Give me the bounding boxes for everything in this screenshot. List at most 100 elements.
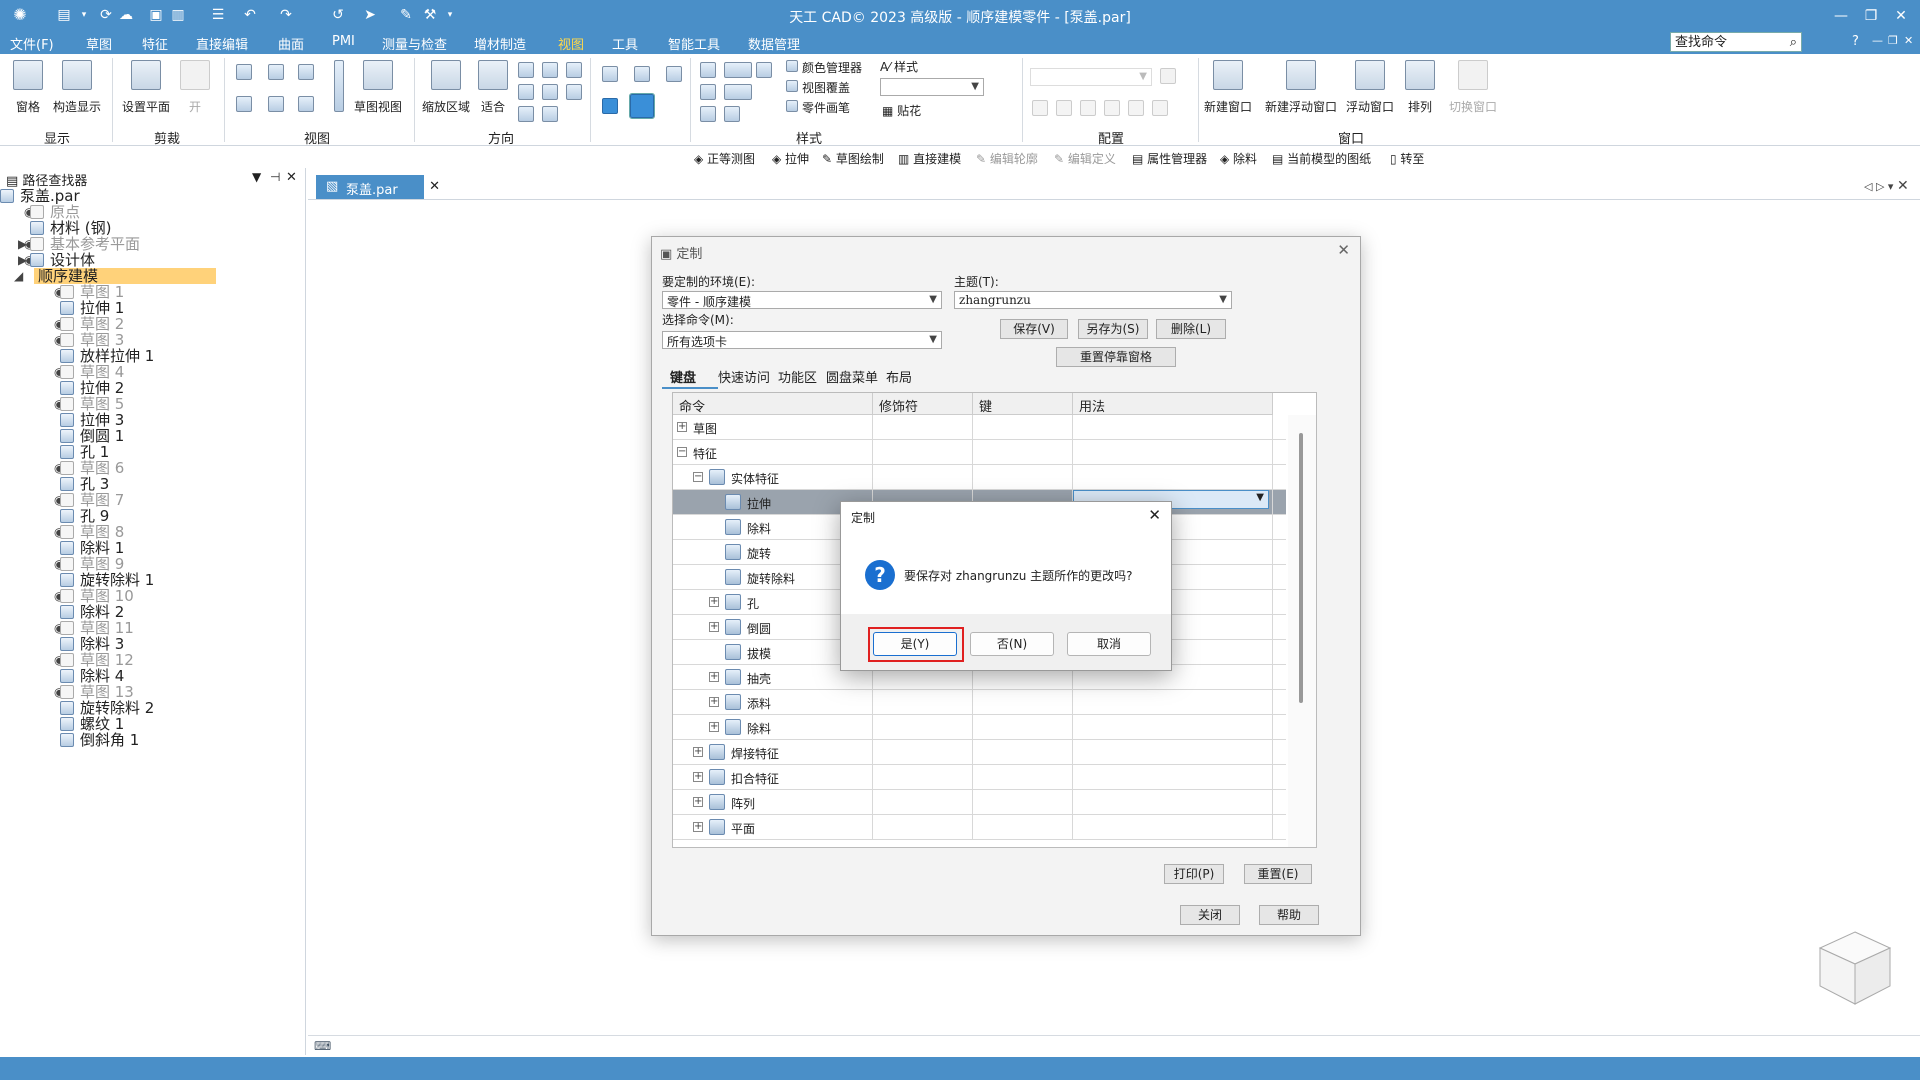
view-icon-4[interactable] (236, 96, 252, 112)
expand-icon[interactable]: + (677, 422, 687, 432)
style-button[interactable]: A⁄ 样式 (880, 58, 918, 75)
expand-icon[interactable]: + (709, 597, 719, 607)
tab-quick-access[interactable]: 快速访问 (718, 367, 770, 386)
render-icon-1[interactable] (602, 66, 618, 82)
grid-row[interactable]: − 实体特征 (673, 465, 1286, 490)
tree-item[interactable]: 拉伸 3 (0, 412, 300, 428)
cancel-button[interactable]: 取消 (1067, 632, 1151, 656)
expand-icon[interactable]: ▶ (18, 237, 27, 251)
style-icon-6[interactable] (700, 106, 716, 122)
arrange-button[interactable]: 排列 (1400, 60, 1440, 115)
tree-item[interactable]: 除料 2 (0, 604, 300, 620)
tree-item[interactable]: ◉草图 13 (0, 684, 300, 700)
orient-icon-3[interactable] (566, 84, 582, 100)
construct-display-button[interactable]: 构造显示 (50, 60, 104, 115)
grid-row[interactable]: + 阵列 (673, 790, 1286, 815)
tree-item[interactable]: 倒斜角 1 (0, 732, 300, 748)
save-as-button[interactable]: 另存为(S) (1078, 319, 1148, 339)
close-button[interactable]: 关闭 (1180, 905, 1240, 925)
tree-item[interactable]: 旋转除料 1 (0, 572, 300, 588)
command-line[interactable]: ⌨ (308, 1035, 1920, 1057)
cmd-extrude[interactable]: ◈ 拉伸 (772, 150, 809, 167)
new-window-button[interactable]: 新建窗口 (1202, 60, 1254, 115)
clip-open-button[interactable]: 开 (180, 60, 210, 115)
cmd-direct-model[interactable]: ▥ 直接建模 (898, 150, 961, 167)
grid-row[interactable]: + 草图 (673, 415, 1286, 440)
tree-item[interactable]: ◉原点 (0, 204, 300, 220)
delete-button[interactable]: 删除(L) (1156, 319, 1226, 339)
tree-item[interactable]: 拉伸 2 (0, 380, 300, 396)
rotate-icon[interactable] (566, 62, 582, 78)
reset-docking-button[interactable]: 重置停靠窗格 (1056, 347, 1176, 367)
tab-radial-menu[interactable]: 圆盘菜单 (826, 367, 878, 386)
style-icon-7[interactable] (724, 106, 740, 122)
expand-icon[interactable]: ▶ (18, 253, 27, 267)
tree-item[interactable]: ◉草图 7 (0, 492, 300, 508)
view-icon-3[interactable] (298, 64, 314, 80)
expand-icon[interactable]: + (709, 672, 719, 682)
scrollbar-thumb[interactable] (1299, 433, 1303, 703)
menu-pmi[interactable]: PMI (332, 34, 355, 49)
config-icon-6[interactable] (1152, 100, 1168, 116)
view-icon-1[interactable] (236, 64, 252, 80)
sketch-view-button[interactable]: 草图视图 (348, 60, 408, 115)
zoom-area-button[interactable]: 缩放区域 (418, 60, 474, 115)
reset-button[interactable]: 重置(E) (1244, 864, 1312, 884)
help-icon[interactable]: ? (1852, 34, 1859, 49)
tab-ribbon[interactable]: 功能区 (778, 367, 817, 386)
tab-nav-icons[interactable]: ◁ ▷ ▾ ✕ (1864, 178, 1909, 194)
tree-item[interactable]: ◢ 顺序建模 (14, 268, 216, 284)
tree-item[interactable]: ◉▶设计体 (0, 252, 300, 268)
tree-item[interactable]: ◉草图 11 (0, 620, 300, 636)
part-painter-button[interactable]: 零件画笔 (802, 99, 850, 116)
cmd-model-drawing[interactable]: ▤ 当前模型的图纸 (1272, 150, 1371, 167)
render-icon-3[interactable] (666, 66, 682, 82)
ribbon-min-icon[interactable]: — (1872, 34, 1883, 47)
config-save-icon[interactable] (1160, 68, 1176, 84)
grid-row[interactable]: + 平面 (673, 815, 1286, 840)
tree-item[interactable]: ◉草图 5 (0, 396, 300, 412)
view-override-button[interactable]: 视图覆盖 (802, 79, 850, 96)
tree-item[interactable]: ◉草图 1 (0, 284, 300, 300)
grid-row[interactable]: − 特征 (673, 440, 1286, 465)
menu-measure[interactable]: 测量与检查 (382, 34, 447, 53)
expand-icon[interactable]: + (709, 697, 719, 707)
col-key[interactable]: 键 (973, 393, 1073, 415)
set-plane-button[interactable]: 设置平面 (118, 60, 174, 115)
tree-item[interactable]: 旋转除料 2 (0, 700, 300, 716)
tree-item[interactable]: ◉草图 9 (0, 556, 300, 572)
view-cube[interactable] (1818, 930, 1892, 1006)
tree-item[interactable]: ◉草图 4 (0, 364, 300, 380)
expand-icon[interactable]: ◢ (14, 269, 23, 283)
menu-sketch[interactable]: 草图 (86, 34, 112, 53)
view-icon-6[interactable] (298, 96, 314, 112)
tree-item[interactable]: 螺纹 1 (0, 716, 300, 732)
collapse-icon[interactable]: − (677, 447, 687, 457)
switch-window-button[interactable]: 切换窗口 (1446, 60, 1500, 115)
tree-item[interactable]: 除料 3 (0, 636, 300, 652)
menu-direct-edit[interactable]: 直接编辑 (196, 34, 248, 53)
pane-menu-icon[interactable]: ▼ (252, 170, 261, 184)
no-button[interactable]: 否(N) (970, 632, 1054, 656)
menu-surface[interactable]: 曲面 (278, 34, 304, 53)
decal-button[interactable]: ▦ 贴花 (882, 102, 921, 119)
tree-item[interactable]: ◉草图 3 (0, 332, 300, 348)
cmd-sketch[interactable]: ✎ 草图绘制 (822, 150, 884, 167)
orient-icon-1[interactable] (518, 84, 534, 100)
fit-button[interactable]: 适合 (478, 60, 508, 115)
tree-item[interactable]: ◉草图 10 (0, 588, 300, 604)
close-window-icon[interactable]: ✕ (1890, 6, 1912, 26)
theme-combo[interactable]: zhangrunzu ▼ (954, 291, 1232, 309)
tree-item[interactable]: 放样拉伸 1 (0, 348, 300, 364)
dialog-close-icon[interactable]: ✕ (1337, 241, 1350, 259)
tree-item[interactable]: ◉泵盖.par (0, 188, 300, 204)
style-icon-2[interactable] (724, 62, 752, 78)
render-icon-2[interactable] (634, 66, 650, 82)
style-icon-4[interactable] (700, 84, 716, 100)
color-manager-button[interactable]: 颜色管理器 (802, 59, 862, 76)
tree-item[interactable]: 除料 1 (0, 540, 300, 556)
menu-feature[interactable]: 特征 (142, 34, 168, 53)
orient-icon-2[interactable] (542, 84, 558, 100)
tree-item[interactable]: 倒圆 1 (0, 428, 300, 444)
tree-item[interactable]: 材料 (钢) (0, 220, 300, 236)
